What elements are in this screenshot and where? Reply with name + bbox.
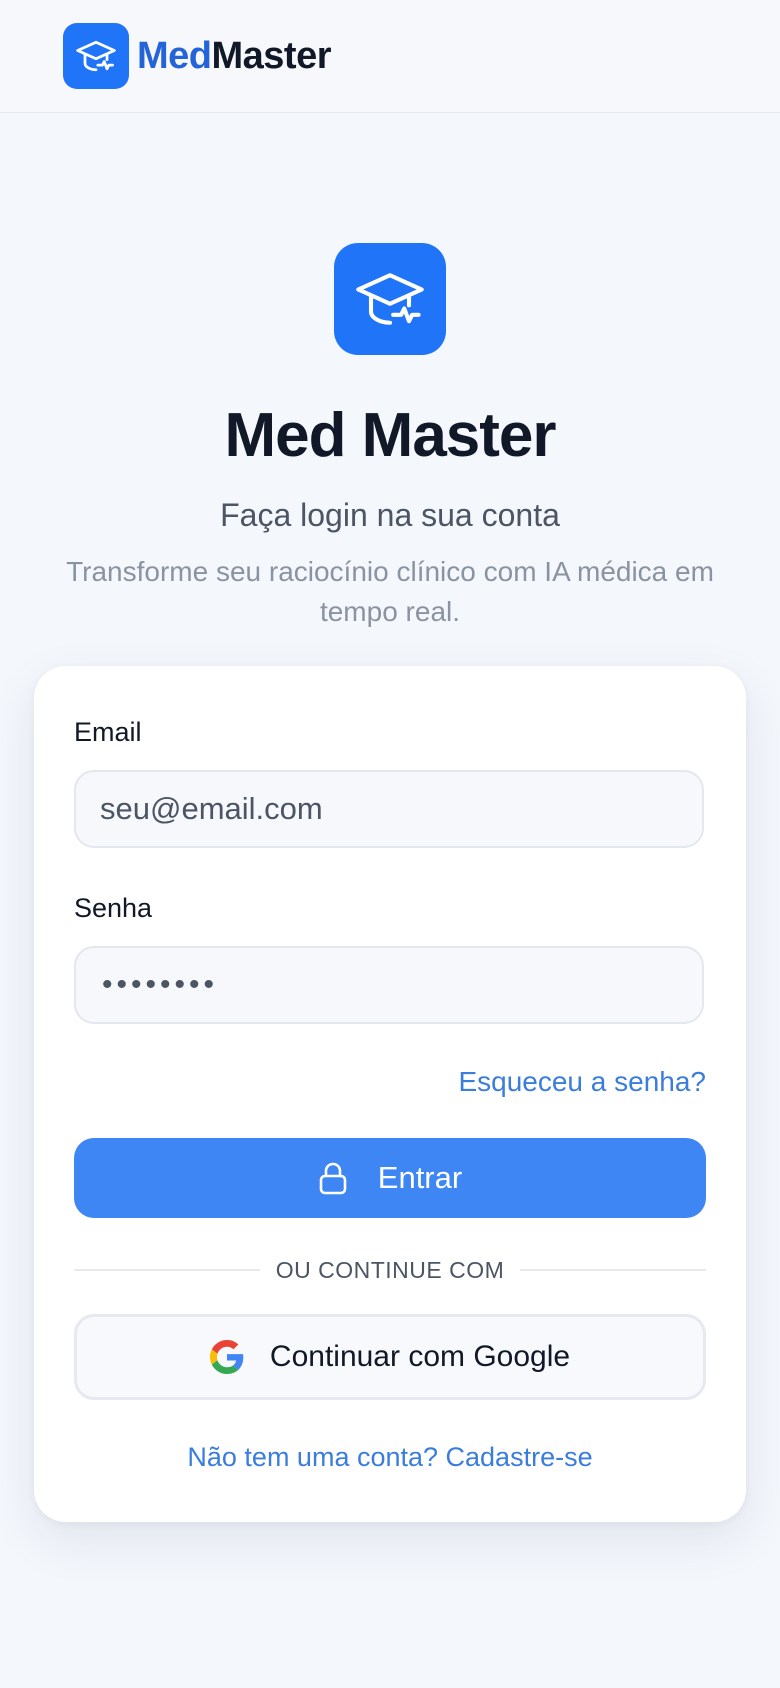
graduation-cap-icon bbox=[63, 23, 129, 89]
divider-line-right bbox=[520, 1269, 706, 1271]
divider-line-left bbox=[74, 1269, 260, 1271]
page-description: Transforme seu raciocínio clínico com IA… bbox=[66, 556, 714, 627]
google-login-label: Continuar com Google bbox=[269, 1340, 571, 1373]
signup-link[interactable]: Não tem uma conta? Cadastre-se bbox=[34, 1442, 746, 1473]
divider: OU CONTINUE COM bbox=[74, 1254, 706, 1286]
page-subtitle: Faça login na sua conta bbox=[220, 497, 560, 533]
brand[interactable]: MedMaster bbox=[63, 23, 331, 89]
page-title: Med Master bbox=[224, 401, 556, 470]
login-button[interactable]: Entrar bbox=[74, 1138, 706, 1218]
brand-name-med: Med bbox=[137, 34, 212, 77]
lock-icon bbox=[318, 1161, 348, 1195]
hero-graduation-cap-icon bbox=[334, 243, 446, 355]
divider-text: OU CONTINUE COM bbox=[275, 1256, 505, 1283]
top-bar: MedMaster bbox=[0, 0, 780, 113]
google-icon bbox=[209, 1340, 244, 1374]
google-login-button[interactable]: Continuar com Google bbox=[74, 1314, 706, 1400]
password-label: Senha bbox=[74, 893, 153, 923]
forgot-password-link[interactable]: Esqueceu a senha? bbox=[458, 1066, 706, 1098]
email-label: Email bbox=[74, 717, 142, 747]
login-button-label: Entrar bbox=[377, 1160, 463, 1195]
login-card: Email Senha •••••••• Esqueceu a senha? E… bbox=[34, 666, 746, 1522]
email-field[interactable] bbox=[74, 770, 704, 848]
password-field[interactable]: •••••••• bbox=[74, 946, 704, 1024]
brand-name-master: Master bbox=[211, 34, 332, 77]
brand-name: MedMaster bbox=[137, 35, 331, 78]
